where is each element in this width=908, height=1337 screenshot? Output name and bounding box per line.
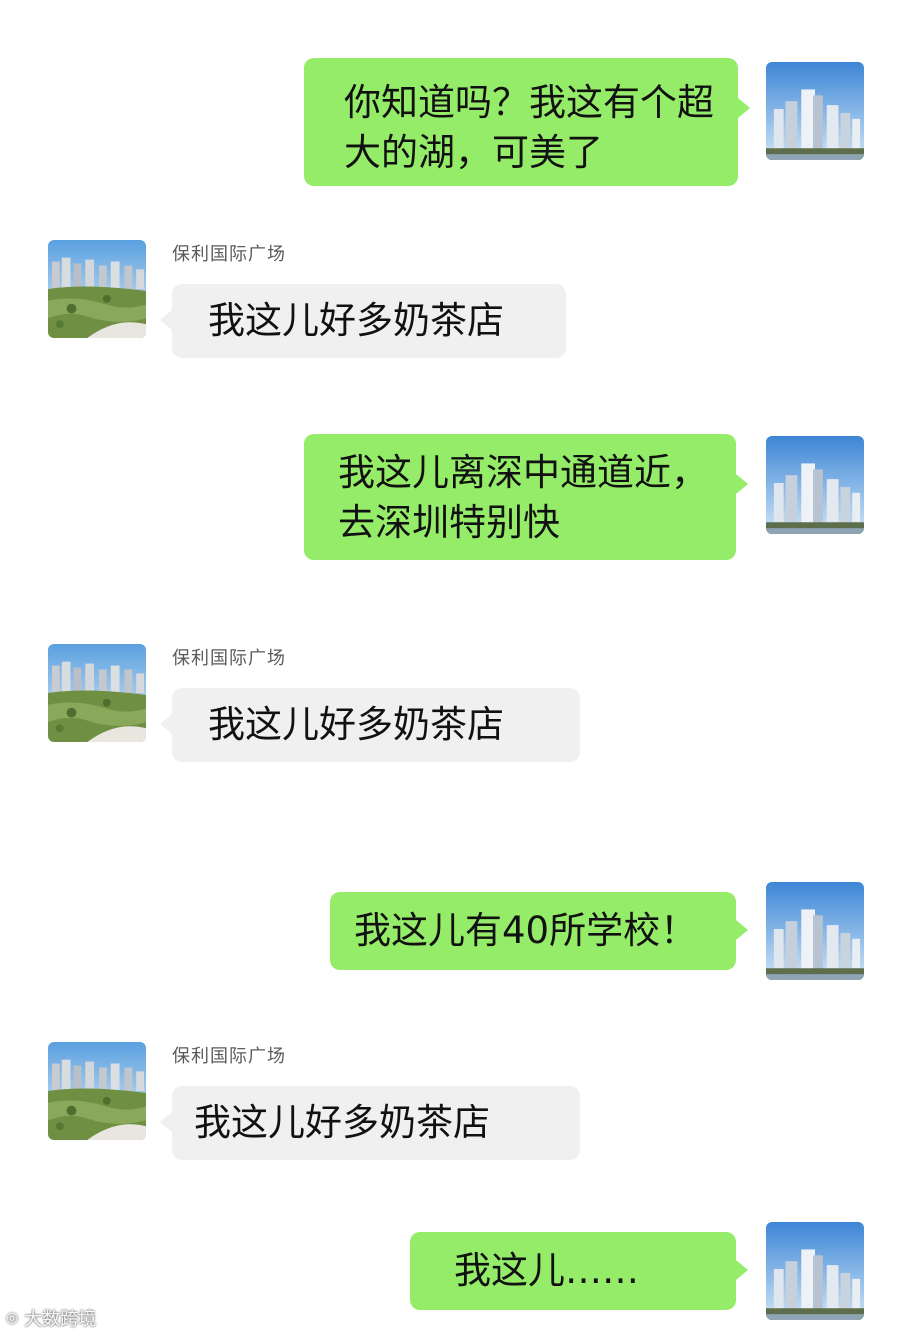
city-skyline-avatar-icon[interactable] — [766, 436, 864, 534]
message-bubble[interactable]: 我这儿好多奶茶店 — [172, 1086, 580, 1160]
bubble-tail — [160, 310, 172, 330]
bubble-tail — [736, 474, 748, 494]
watermark: ◎ 大数跨境 — [6, 1305, 96, 1331]
bubble-tail — [736, 920, 748, 940]
message-bubble[interactable]: 我这儿好多奶茶店 — [172, 284, 566, 358]
sender-name: 保利国际广场 — [172, 1046, 286, 1067]
message-text: 我这儿好多奶茶店 — [208, 299, 504, 342]
watermark-logo-icon: ◎ — [6, 1310, 19, 1326]
lakeside-community-avatar-icon[interactable] — [48, 1042, 146, 1140]
message-text: 你知道吗？我这有个超大的湖，可美了 — [344, 81, 714, 174]
city-skyline-avatar-icon[interactable] — [766, 1222, 864, 1320]
watermark-text: 大数跨境 — [24, 1309, 97, 1330]
bubble-tail — [738, 98, 750, 118]
bubble-tail — [160, 714, 172, 734]
message-bubble[interactable]: 我这儿离深中通道近，去深圳特别快 — [304, 434, 736, 560]
message-text: 我这儿离深中通道近，去深圳特别快 — [338, 451, 708, 544]
lakeside-community-avatar-icon[interactable] — [48, 644, 146, 742]
sender-name: 保利国际广场 — [172, 648, 286, 669]
message-bubble[interactable]: 我这儿有40所学校！ — [330, 892, 736, 970]
message-text: 我这儿有40所学校！ — [354, 909, 698, 952]
bubble-tail — [736, 1260, 748, 1280]
lakeside-community-avatar-icon[interactable] — [48, 240, 146, 338]
message-text: 我这儿…… — [454, 1249, 639, 1292]
message-text: 我这儿好多奶茶店 — [194, 1101, 490, 1144]
sender-name: 保利国际广场 — [172, 244, 286, 265]
city-skyline-avatar-icon[interactable] — [766, 882, 864, 980]
message-bubble[interactable]: 我这儿好多奶茶店 — [172, 688, 580, 762]
message-bubble[interactable]: 我这儿…… — [410, 1232, 736, 1310]
city-skyline-avatar-icon[interactable] — [766, 62, 864, 160]
message-bubble[interactable]: 你知道吗？我这有个超大的湖，可美了 — [304, 58, 738, 186]
bubble-tail — [160, 1112, 172, 1132]
message-text: 我这儿好多奶茶店 — [208, 703, 504, 746]
